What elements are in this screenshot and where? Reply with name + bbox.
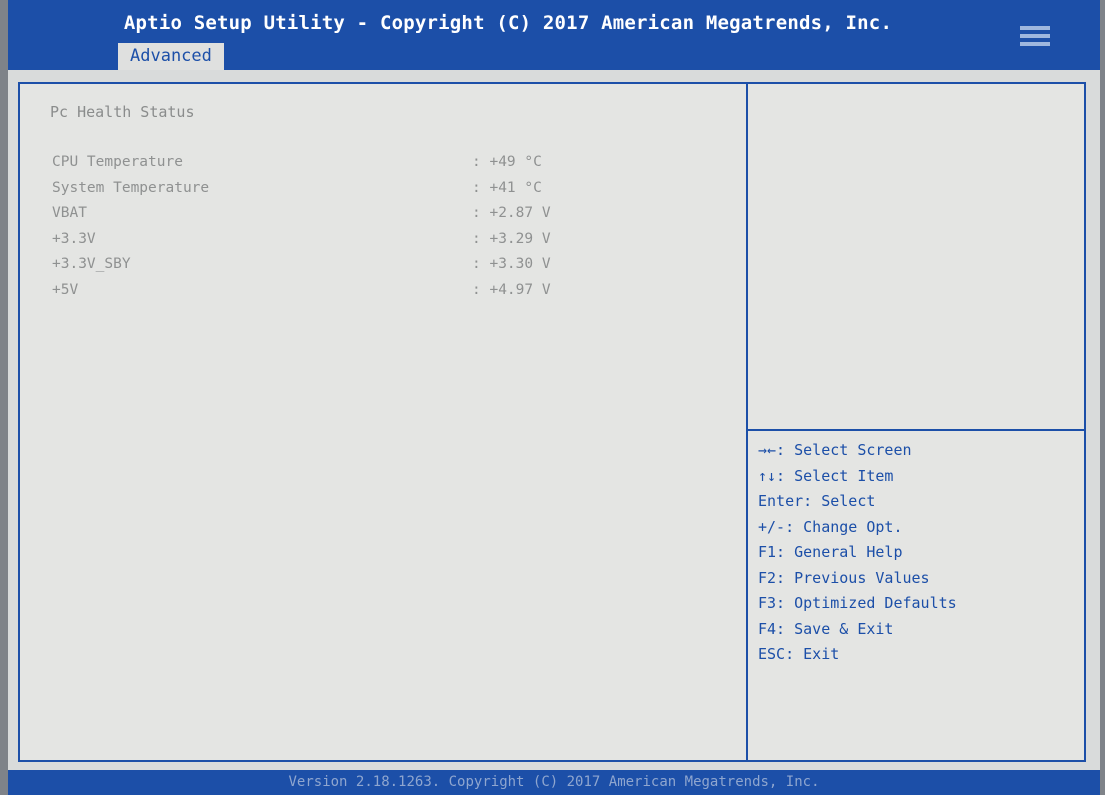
health-list: CPU Temperature : +49 °C System Temperat…: [52, 154, 732, 307]
footer-bar: Version 2.18.1263. Copyright (C) 2017 Am…: [8, 770, 1100, 795]
row-label: System Temperature: [52, 179, 210, 196]
version-text: Version 2.18.1263. Copyright (C) 2017 Am…: [288, 774, 820, 790]
row-value: : +41 °C: [472, 179, 542, 196]
list-item-system-temperature: System Temperature : +41 °C: [52, 180, 732, 206]
utility-title: Aptio Setup Utility - Copyright (C) 2017…: [123, 12, 893, 34]
section-title: Pc Health Status: [50, 103, 195, 121]
help-line-select-item: ↑↓: Select Item: [758, 466, 894, 485]
header-bar: Aptio Setup Utility - Copyright (C) 2017…: [8, 0, 1100, 70]
row-label: +5V: [52, 281, 79, 298]
row-value: : +2.87 V: [472, 205, 551, 221]
help-divider: [748, 429, 1084, 431]
list-item-3v3-sby: +3.3V_SBY : +3.30 V: [52, 256, 732, 282]
help-panel: →←: Select Screen ↑↓: Select Item Enter:…: [758, 441, 1078, 671]
list-item-vbat: VBAT : +2.87 V: [52, 205, 732, 231]
list-item-cpu-temperature: CPU Temperature : +49 °C: [52, 154, 732, 180]
row-value: : +3.29 V: [472, 230, 551, 247]
vertical-divider: [746, 84, 748, 760]
bios-screen: Aptio Setup Utility - Copyright (C) 2017…: [8, 0, 1100, 795]
main-frame: Pc Health Status CPU Temperature : +49 °…: [18, 82, 1086, 762]
row-label: +3.3V: [52, 230, 96, 247]
help-line-change-opt: +/-: Change Opt.: [758, 517, 903, 536]
help-line-f1: F1: General Help: [758, 543, 903, 561]
help-line-select-screen: →←: Select Screen: [758, 441, 912, 459]
row-value: : +4.97 V: [472, 281, 551, 298]
list-item-3v3: +3.3V : +3.29 V: [52, 231, 732, 257]
help-line-f3: F3: Optimized Defaults: [758, 594, 957, 612]
row-value: : +49 °C: [472, 154, 542, 170]
help-line-f2: F2: Previous Values: [758, 568, 930, 587]
list-item-5v: +5V : +4.97 V: [52, 282, 732, 308]
tab-advanced[interactable]: Advanced: [118, 43, 224, 70]
row-label: CPU Temperature: [52, 154, 183, 170]
hamburger-icon: [1020, 26, 1050, 46]
row-label: VBAT: [52, 205, 87, 221]
row-value: : +3.30 V: [472, 256, 551, 272]
help-line-esc: ESC: Exit: [758, 645, 840, 663]
help-line-f4: F4: Save & Exit: [758, 619, 894, 638]
row-label: +3.3V_SBY: [52, 256, 131, 272]
help-line-enter: Enter: Select: [758, 492, 876, 510]
